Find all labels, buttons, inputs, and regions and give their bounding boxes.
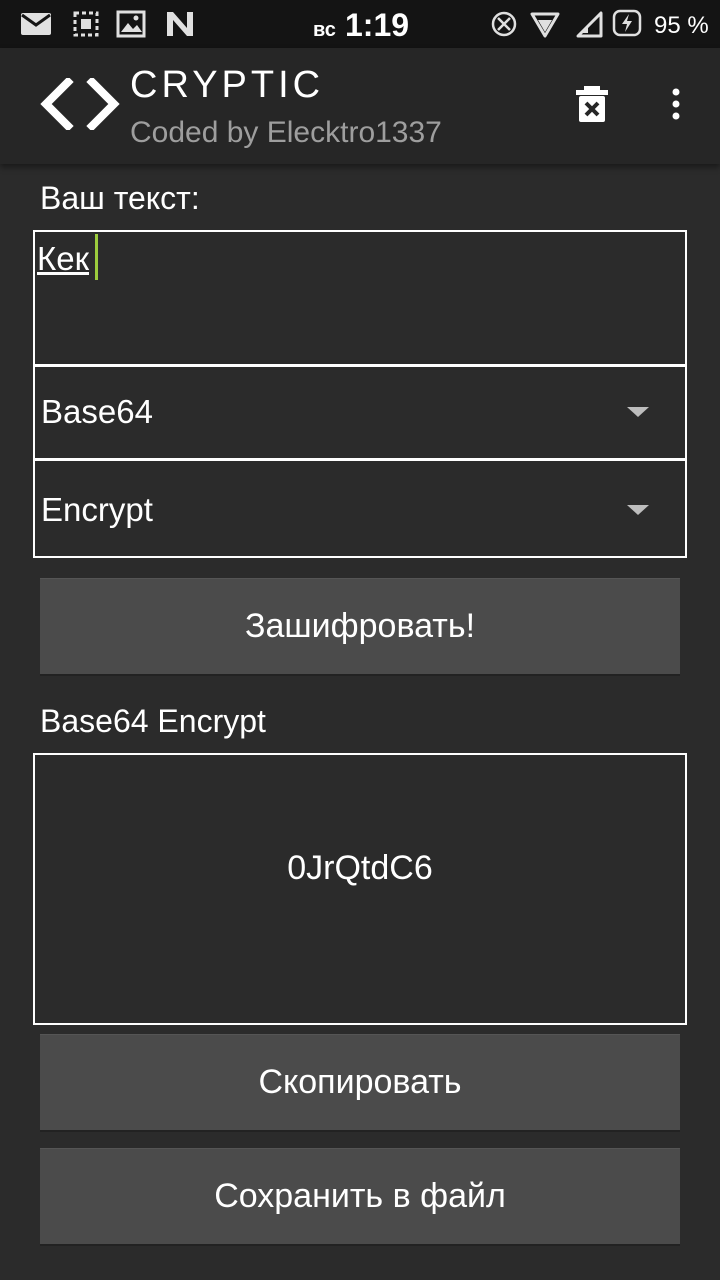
mode-select-value: Encrypt	[41, 491, 153, 528]
copy-button[interactable]: Скопировать	[40, 1034, 680, 1132]
dropdown-arrow-icon	[627, 407, 649, 417]
screenshot-icon	[73, 11, 99, 37]
image-icon	[116, 10, 146, 38]
algorithm-select[interactable]: Base64	[33, 365, 687, 460]
mail-icon	[21, 13, 51, 35]
result-label: Base64 Encrypt	[40, 703, 266, 739]
battery-charging-icon	[612, 9, 642, 37]
more-vert-icon[interactable]	[664, 86, 688, 126]
algorithm-select-value: Base64	[41, 393, 153, 430]
app-subtitle: Coded by Elecktro1337	[130, 116, 442, 149]
dropdown-arrow-icon	[627, 505, 649, 515]
status-time: 1:19	[345, 7, 410, 43]
wifi-icon	[530, 12, 560, 38]
app-bar: CRYPTIC Coded by Elecktro1337	[0, 48, 720, 164]
n-icon	[167, 12, 193, 36]
text-input[interactable]: Кек	[33, 230, 687, 366]
result-value: 0JrQtdC6	[287, 849, 433, 887]
battery-percent: 95 %	[654, 12, 709, 39]
app-title: CRYPTIC	[130, 64, 325, 106]
status-bar: вс 1:19 95 %	[0, 0, 720, 48]
signal-icon	[576, 11, 603, 38]
trash-icon[interactable]	[572, 84, 612, 124]
mode-select[interactable]: Encrypt	[33, 459, 687, 558]
encrypt-button[interactable]: Зашифровать!	[40, 578, 680, 676]
text-cursor	[95, 234, 98, 280]
save-to-file-button[interactable]: Сохранить в файл	[40, 1148, 680, 1246]
input-label: Ваш текст:	[40, 180, 200, 216]
blocked-icon	[491, 11, 517, 37]
code-brackets-icon	[40, 78, 120, 130]
status-day: вс	[313, 19, 336, 41]
input-value: Кек	[37, 240, 90, 277]
result-output: 0JrQtdC6	[33, 753, 687, 1025]
